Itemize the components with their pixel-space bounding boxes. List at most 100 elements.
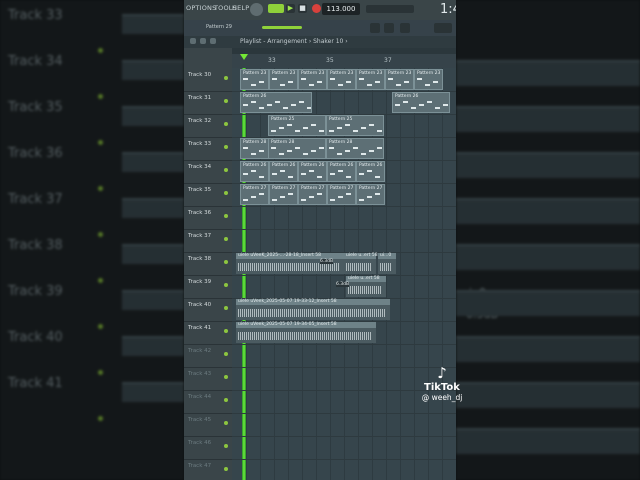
track-enable-dot[interactable] xyxy=(224,352,228,356)
track-header[interactable]: Track 34 xyxy=(184,160,232,184)
track-enable-dot[interactable] xyxy=(224,375,228,379)
track-enable-dot[interactable] xyxy=(224,168,228,172)
menu-help[interactable]: HELP xyxy=(232,4,249,12)
pattern-clip[interactable]: Pattern 26 xyxy=(240,161,269,182)
pattern-clip[interactable]: Pattern 27 xyxy=(327,184,356,205)
pattern-clip[interactable]: Pattern 23 xyxy=(240,69,269,90)
note-mark xyxy=(361,153,366,155)
paint-icon[interactable] xyxy=(400,23,410,33)
audio-clip[interactable]: ui...0 xyxy=(378,253,396,274)
note-mark xyxy=(279,153,284,155)
audio-clip[interactable]: uiele uVeek_2025-05-07 19-34-05_Insert 5… xyxy=(236,322,376,343)
track-enable-dot[interactable] xyxy=(224,467,228,471)
pattern-clip[interactable]: Pattern 25 xyxy=(326,115,384,136)
track-enable-dot[interactable] xyxy=(224,260,228,264)
master-volume-slider[interactable] xyxy=(262,26,302,29)
master-knob-icon[interactable] xyxy=(250,3,263,16)
pattern-clip[interactable]: Pattern 26 xyxy=(240,92,312,113)
track-enable-dot[interactable] xyxy=(224,237,228,241)
pattern-clip[interactable]: Pattern 28 xyxy=(268,138,326,159)
pattern-clip[interactable]: Pattern 23 xyxy=(327,69,356,90)
pattern-clip[interactable]: Pattern 27 xyxy=(240,184,269,205)
snap-line-selector[interactable] xyxy=(434,23,452,33)
track-header[interactable]: Track 44 xyxy=(184,390,232,414)
audio-clip[interactable]: uiele u..ert 58 xyxy=(346,276,386,297)
track-header[interactable]: Track 37 xyxy=(184,229,232,253)
track-header[interactable]: Track 45 xyxy=(184,413,232,437)
pattern-clip[interactable]: Pattern 26 xyxy=(356,161,385,182)
link-icon[interactable] xyxy=(384,23,394,33)
track-enable-dot[interactable] xyxy=(224,99,228,103)
track-header[interactable]: Track 42 xyxy=(184,344,232,368)
pattern-clip[interactable]: Pattern 23 xyxy=(356,69,385,90)
draw-tool-icon[interactable] xyxy=(200,38,206,44)
playlist-options-icon[interactable] xyxy=(190,38,196,44)
menu-options[interactable]: OPTIONS xyxy=(186,4,216,12)
background-clip xyxy=(122,244,184,264)
pattern-clip[interactable]: Pattern 26 xyxy=(392,92,450,113)
track-enable-dot[interactable] xyxy=(224,122,228,126)
track-header[interactable]: Track 31 xyxy=(184,91,232,115)
track-header[interactable]: Track 32 xyxy=(184,114,232,138)
pattern-clip[interactable]: Pattern 27 xyxy=(298,184,327,205)
track-header[interactable]: Track 41 xyxy=(184,321,232,345)
pattern-clip[interactable]: Pattern 23 xyxy=(298,69,327,90)
record-icon[interactable] xyxy=(312,4,321,13)
pattern-clip[interactable]: Pattern 27 xyxy=(269,184,298,205)
track-enable-dot[interactable] xyxy=(224,283,228,287)
note-mark xyxy=(417,78,422,80)
pattern-clip[interactable]: Pattern 27 xyxy=(356,184,385,205)
track-header[interactable]: Track 47 xyxy=(184,459,232,480)
playlist-lane[interactable] xyxy=(232,229,456,253)
track-header[interactable]: Track 43 xyxy=(184,367,232,391)
pattern-mode-button[interactable] xyxy=(268,4,284,13)
pattern-selector[interactable]: Pattern 29 xyxy=(206,24,232,30)
pattern-clip[interactable]: Pattern 23 xyxy=(414,69,443,90)
pattern-clip[interactable]: Pattern 26 xyxy=(269,161,298,182)
play-icon[interactable]: ▶ xyxy=(286,4,295,13)
clip-label: Pattern 23 xyxy=(388,71,412,76)
track-header[interactable]: Track 46 xyxy=(184,436,232,460)
track-enable-dot[interactable] xyxy=(224,306,228,310)
snap-icon[interactable] xyxy=(370,23,380,33)
playlist-lane[interactable] xyxy=(232,206,456,230)
note-mark xyxy=(243,173,248,175)
playlist-lane[interactable] xyxy=(232,275,456,299)
pattern-clip[interactable]: Pattern 25 xyxy=(268,115,326,136)
pattern-clip[interactable]: Pattern 23 xyxy=(269,69,298,90)
track-enable-dot[interactable] xyxy=(224,329,228,333)
track-enable-dot[interactable] xyxy=(224,398,228,402)
track-enable-dot[interactable] xyxy=(224,444,228,448)
track-header[interactable]: Track 40 xyxy=(184,298,232,322)
pattern-clip[interactable]: Pattern 26 xyxy=(298,161,327,182)
track-name: Track 47 xyxy=(188,463,212,469)
stop-icon[interactable]: ■ xyxy=(298,4,307,13)
timeline-ruler[interactable]: 33 35 37 xyxy=(232,54,456,69)
playlist-lane[interactable] xyxy=(232,436,456,460)
note-mark xyxy=(243,104,248,106)
pattern-clip[interactable]: Pattern 23 xyxy=(385,69,414,90)
track-header[interactable]: Track 39 xyxy=(184,275,232,299)
track-enable-dot[interactable] xyxy=(224,214,228,218)
pattern-clip[interactable]: Pattern 26 xyxy=(327,161,356,182)
playlist-lane[interactable] xyxy=(232,459,456,480)
pattern-clip[interactable]: Pattern 28 xyxy=(240,138,269,159)
track-header[interactable]: Track 33 xyxy=(184,137,232,161)
track-enable-dot[interactable] xyxy=(224,76,228,80)
track-header[interactable]: Track 30 xyxy=(184,68,232,92)
playhead-marker-icon[interactable] xyxy=(240,54,248,60)
pattern-clip[interactable]: Pattern 28 xyxy=(326,138,384,159)
tempo-display[interactable]: 113.000 xyxy=(322,3,360,15)
track-enable-dot[interactable] xyxy=(224,145,228,149)
audio-clip[interactable]: uiele u..ert 58 xyxy=(344,253,378,274)
track-header[interactable]: Track 36 xyxy=(184,206,232,230)
background-track-label: Track 33 xyxy=(8,8,63,23)
audio-clip[interactable]: uiele uVeek_2025-05-07 19-33-12_Insert 5… xyxy=(236,299,390,320)
select-tool-icon[interactable] xyxy=(210,38,216,44)
playlist-lane[interactable] xyxy=(232,413,456,437)
track-enable-dot[interactable] xyxy=(224,191,228,195)
playlist-lanes[interactable]: Pattern 23 Pattern 23 Pattern 23 Pattern 23… xyxy=(232,68,456,480)
track-header[interactable]: Track 38 xyxy=(184,252,232,276)
track-enable-dot[interactable] xyxy=(224,421,228,425)
track-header[interactable]: Track 35 xyxy=(184,183,232,207)
